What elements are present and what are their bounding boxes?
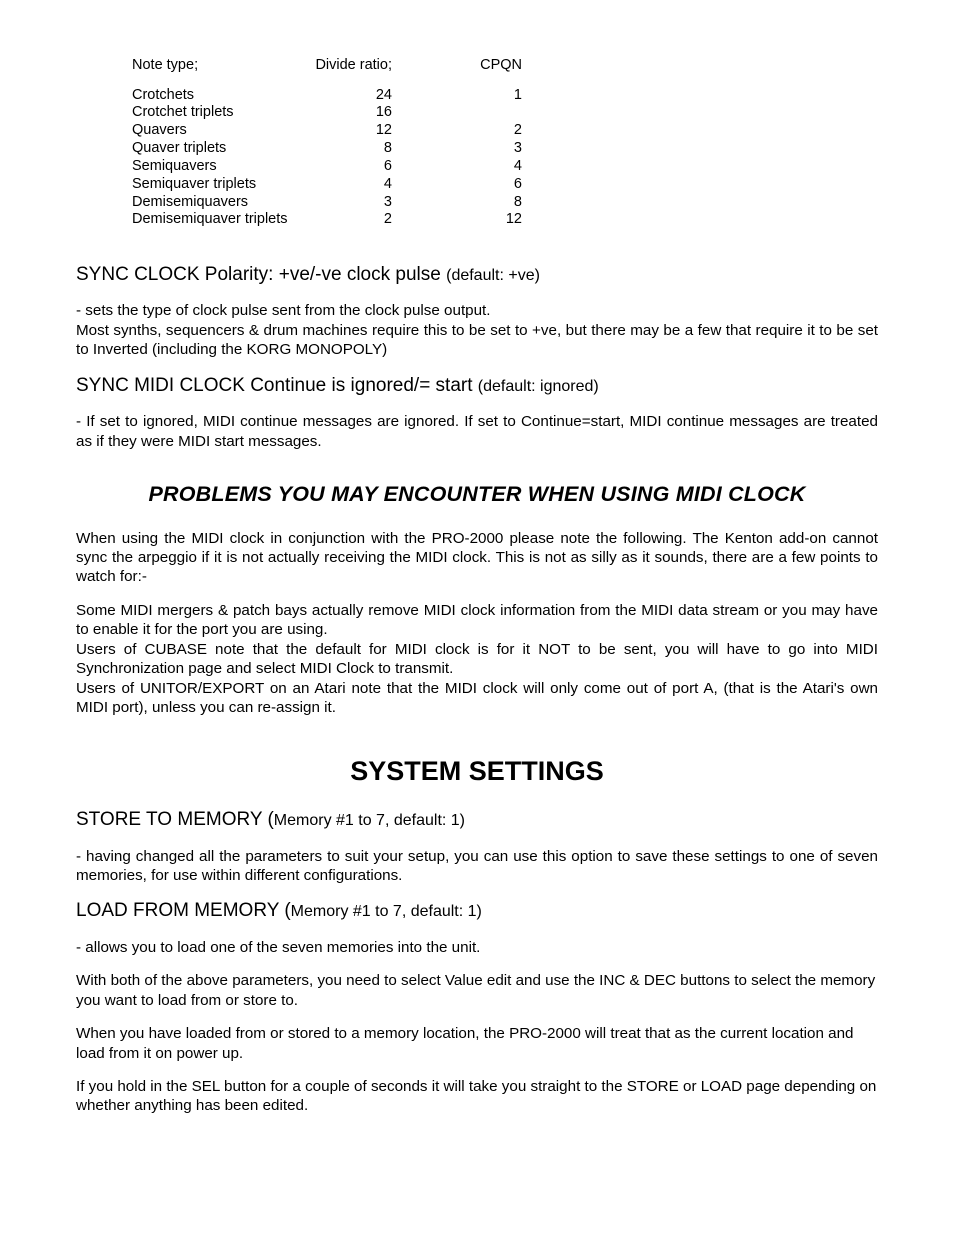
cell-divide: 8 [302, 140, 392, 158]
para-load-3: When you have loaded from or stored to a… [76, 1024, 878, 1063]
table-row: Semiquavers64 [132, 158, 878, 176]
cell-note: Demisemiquaver triplets [132, 211, 302, 229]
table-row: Quavers122 [132, 122, 878, 140]
cell-cpqn: 4 [392, 158, 522, 176]
heading-store-to-memory: STORE TO MEMORY (Memory #1 to 7, default… [76, 808, 878, 832]
cell-note: Crotchet triplets [132, 104, 302, 122]
para-problems-3: Users of CUBASE note that the default fo… [76, 640, 878, 679]
cell-cpqn: 2 [392, 122, 522, 140]
table-row: Demisemiquavers38 [132, 194, 878, 212]
cell-note: Semiquavers [132, 158, 302, 176]
cell-note: Semiquaver triplets [132, 176, 302, 194]
para-store-1: - having changed all the parameters to s… [76, 847, 878, 886]
table-header-row: Note type; Divide ratio; CPQN [132, 56, 878, 75]
cell-cpqn: 8 [392, 194, 522, 212]
cell-cpqn: 3 [392, 140, 522, 158]
cell-divide: 6 [302, 158, 392, 176]
note-type-table: Note type; Divide ratio; CPQN Crotchets2… [132, 56, 878, 229]
para-load-1: - allows you to load one of the seven me… [76, 938, 878, 957]
heading-sync-clock-polarity: SYNC CLOCK Polarity: +ve/-ve clock pulse… [76, 263, 878, 287]
cell-cpqn: 12 [392, 211, 522, 229]
col-header-cpqn: CPQN [392, 56, 522, 75]
cell-note: Demisemiquavers [132, 194, 302, 212]
heading-default: (default: ignored) [478, 378, 599, 395]
para-sync-midi-1: - If set to ignored, MIDI continue messa… [76, 412, 878, 451]
cell-divide: 16 [302, 104, 392, 122]
col-header-divide: Divide ratio; [302, 56, 392, 75]
col-header-note: Note type; [132, 56, 302, 75]
para-load-4: If you hold in the SEL button for a coup… [76, 1077, 878, 1116]
heading-main: SYNC CLOCK Polarity: +ve/-ve clock pulse [76, 264, 446, 285]
heading-system-settings: SYSTEM SETTINGS [76, 754, 878, 789]
table-row: Demisemiquaver triplets212 [132, 211, 878, 229]
heading-main: SYNC MIDI CLOCK Continue is ignored/= st… [76, 375, 478, 396]
cell-note: Quavers [132, 122, 302, 140]
cell-cpqn [392, 104, 522, 122]
para-problems-4: Users of UNITOR/EXPORT on an Atari note … [76, 679, 878, 718]
cell-divide: 24 [302, 87, 392, 105]
table-row: Semiquaver triplets46 [132, 176, 878, 194]
para-sync-clock-2: Most synths, sequencers & drum machines … [76, 321, 878, 360]
heading-load-from-memory: LOAD FROM MEMORY (Memory #1 to 7, defaul… [76, 899, 878, 923]
cell-cpqn: 6 [392, 176, 522, 194]
cell-note: Crotchets [132, 87, 302, 105]
para-sync-clock-1: - sets the type of clock pulse sent from… [76, 301, 878, 320]
heading-sync-midi-clock: SYNC MIDI CLOCK Continue is ignored/= st… [76, 374, 878, 398]
para-problems-1: When using the MIDI clock in conjunction… [76, 529, 878, 587]
table-row: Quaver triplets83 [132, 140, 878, 158]
para-load-2: With both of the above parameters, you n… [76, 971, 878, 1010]
heading-main: STORE TO MEMORY ( [76, 809, 274, 830]
table-row: Crotchet triplets16 [132, 104, 878, 122]
cell-cpqn: 1 [392, 87, 522, 105]
heading-main: LOAD FROM MEMORY ( [76, 900, 291, 921]
heading-default: Memory #1 to 7, default: 1) [274, 812, 465, 829]
table-row: Crotchets241 [132, 87, 878, 105]
cell-note: Quaver triplets [132, 140, 302, 158]
cell-divide: 4 [302, 176, 392, 194]
cell-divide: 3 [302, 194, 392, 212]
para-problems-2: Some MIDI mergers & patch bays actually … [76, 601, 878, 640]
cell-divide: 12 [302, 122, 392, 140]
heading-default: Memory #1 to 7, default: 1) [291, 903, 482, 920]
heading-problems: PROBLEMS YOU MAY ENCOUNTER WHEN USING MI… [76, 481, 878, 509]
heading-default: (default: +ve) [446, 267, 540, 284]
cell-divide: 2 [302, 211, 392, 229]
